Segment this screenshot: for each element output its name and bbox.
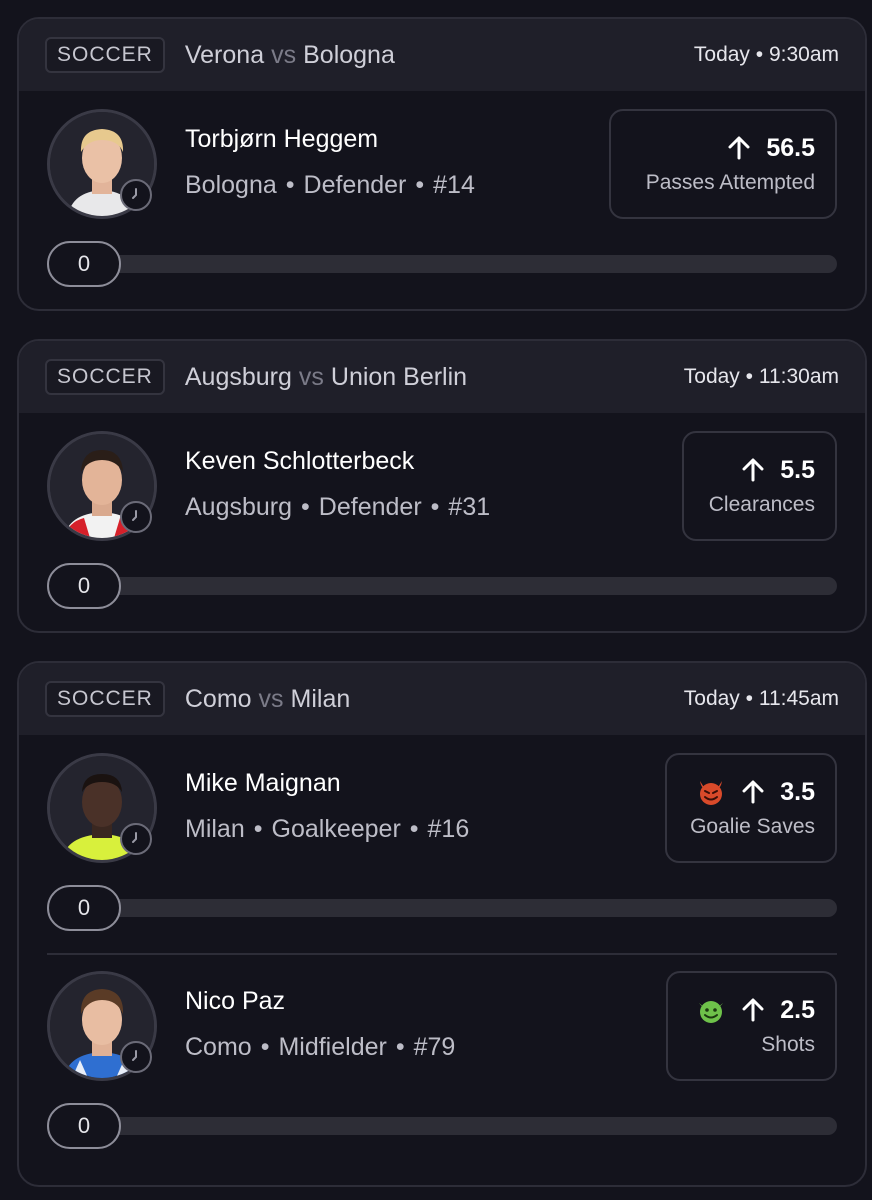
meta-separator: •: [301, 493, 310, 521]
player-team: Como: [185, 1033, 252, 1061]
home-team: Como: [184, 684, 252, 713]
meta-separator: •: [395, 1033, 405, 1061]
progress-count: 0: [47, 563, 121, 609]
progress-track: [77, 577, 837, 595]
card-header: SOCCER Como vs Milan Today • 11:45am: [19, 663, 865, 735]
away-team: Bologna: [303, 40, 395, 69]
progress-count: 0: [47, 241, 121, 287]
arrow-up-icon: [740, 457, 766, 483]
clock-icon: [120, 1041, 152, 1073]
player-position: Defender: [303, 171, 407, 199]
player-position: Defender: [318, 493, 422, 521]
sport-badge: SOCCER: [45, 37, 165, 73]
progress-bar: 0: [47, 563, 837, 609]
stat-line-value: 3.5: [780, 777, 815, 806]
game-card[interactable]: SOCCER Como vs Milan Today • 11:45am Mik…: [17, 661, 867, 1187]
game-time: Today • 9:30am: [693, 43, 839, 66]
stat-line-box[interactable]: 5.5 Clearances: [682, 431, 837, 541]
meta-separator: •: [260, 1033, 270, 1061]
player-team: Milan: [185, 815, 245, 843]
player-name: Keven Schlotterbeck: [185, 447, 415, 475]
player-number: #31: [448, 493, 491, 521]
matchup: Verona vs Bologna: [185, 41, 395, 70]
player-pick[interactable]: Nico Paz Como • Midfielder • #79 2.5 Sho…: [19, 953, 865, 1171]
matchup: Augsburg vs Union Berlin: [185, 363, 467, 392]
progress-bar: 0: [47, 241, 837, 287]
meta-separator: •: [285, 171, 295, 199]
player-pick[interactable]: Mike Maignan Milan • Goalkeeper • #16 3.…: [19, 735, 865, 953]
player-number: #79: [413, 1033, 456, 1061]
red-devil-face-icon: [696, 777, 726, 807]
meta-separator: •: [409, 815, 419, 843]
progress-bar: 0: [47, 885, 837, 931]
stat-label: Goalie Saves: [690, 815, 815, 838]
player-meta: Como • Midfielder • #79: [185, 1033, 455, 1062]
game-time: Today • 11:45am: [683, 687, 839, 710]
stat-line-value: 5.5: [780, 455, 815, 484]
player-name: Mike Maignan: [185, 769, 341, 797]
game-time: Today • 11:30am: [683, 365, 839, 388]
stat-label: Shots: [761, 1033, 815, 1056]
arrow-up-icon: [740, 997, 766, 1023]
progress-bar: 0: [47, 1103, 837, 1149]
game-card[interactable]: SOCCER Verona vs Bologna Today • 9:30am …: [17, 17, 867, 311]
meta-separator: •: [253, 815, 263, 843]
sport-badge: SOCCER: [45, 359, 165, 395]
player-number: #16: [427, 815, 470, 843]
player-team: Augsburg: [185, 493, 293, 521]
player-team: Bologna: [185, 171, 277, 199]
matchup: Como vs Milan: [185, 685, 350, 714]
clock-icon: [120, 179, 152, 211]
green-goblin-face-icon: [696, 995, 726, 1025]
stat-label: Passes Attempted: [645, 170, 815, 194]
away-team: Union Berlin: [330, 362, 468, 391]
vs-label: vs: [271, 40, 297, 69]
progress-track: [77, 899, 837, 917]
vs-label: vs: [258, 684, 284, 713]
away-team: Milan: [290, 684, 351, 713]
player-position: Goalkeeper: [271, 815, 401, 843]
card-header: SOCCER Augsburg vs Union Berlin Today • …: [19, 341, 865, 413]
player-number: #14: [433, 171, 475, 199]
game-card[interactable]: SOCCER Augsburg vs Union Berlin Today • …: [17, 339, 867, 633]
meta-separator: •: [430, 493, 440, 521]
player-meta: Bologna • Defender • #14: [185, 171, 475, 200]
clock-icon: [120, 823, 152, 855]
player-pick[interactable]: Keven Schlotterbeck Augsburg • Defender …: [19, 413, 865, 631]
progress-track: [77, 255, 837, 273]
player-meta: Milan • Goalkeeper • #16: [185, 815, 469, 844]
progress-track: [77, 1117, 837, 1135]
stat-line-box[interactable]: 3.5 Goalie Saves: [665, 753, 837, 863]
player-pick[interactable]: Torbjørn Heggem Bologna • Defender • #14…: [19, 91, 865, 309]
arrow-up-icon: [726, 135, 752, 161]
player-meta: Augsburg • Defender • #31: [185, 493, 490, 522]
stat-line-box[interactable]: 56.5 Passes Attempted: [609, 109, 837, 219]
vs-label: vs: [298, 362, 324, 391]
player-name: Nico Paz: [185, 987, 286, 1015]
stat-line-value: 2.5: [780, 995, 815, 1024]
meta-separator: •: [415, 171, 425, 199]
stat-line-value: 56.5: [766, 133, 815, 162]
player-name: Torbjørn Heggem: [185, 125, 379, 153]
home-team: Augsburg: [184, 362, 292, 391]
stat-label: Clearances: [708, 492, 815, 516]
home-team: Verona: [184, 40, 265, 69]
sport-badge: SOCCER: [45, 681, 165, 717]
progress-count: 0: [47, 1103, 121, 1149]
clock-icon: [120, 501, 152, 533]
stat-line-box[interactable]: 2.5 Shots: [666, 971, 837, 1081]
player-position: Midfielder: [278, 1033, 387, 1061]
card-header: SOCCER Verona vs Bologna Today • 9:30am: [19, 19, 865, 91]
progress-count: 0: [47, 885, 121, 931]
arrow-up-icon: [740, 779, 766, 805]
